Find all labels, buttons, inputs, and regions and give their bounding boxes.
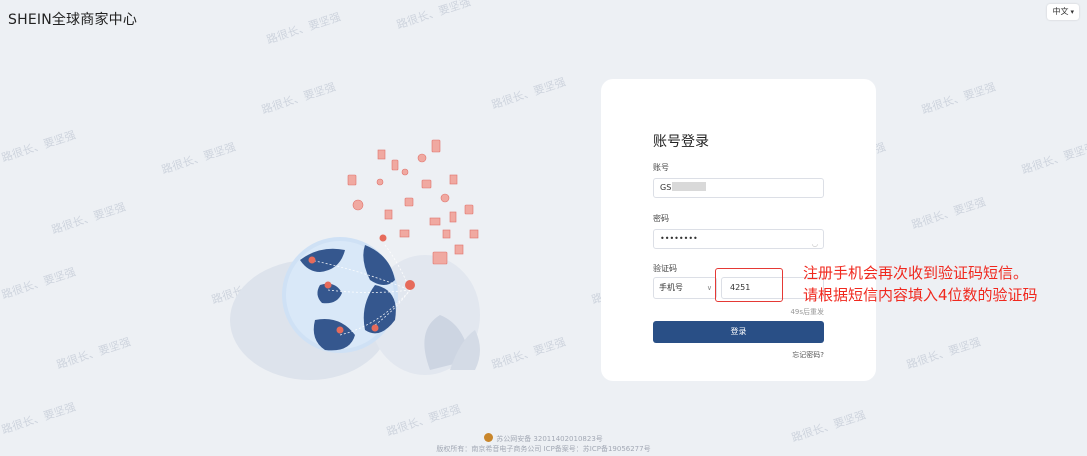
watermark: 路很长、要坚强: [0, 400, 78, 437]
watermark: 路很长、要坚强: [905, 335, 983, 372]
globe-illustration: [230, 139, 480, 380]
footer: 苏公网安备 32011402010823号 版权所有：南京希音电子商务公司 IC…: [0, 433, 1087, 454]
account-input[interactable]: GS: [653, 178, 824, 198]
annotation-line-2: 请根据短信内容填入4位数的验证码: [803, 286, 1038, 304]
chevron-down-icon: ▾: [1070, 8, 1074, 16]
code-method-value: 手机号: [659, 283, 683, 292]
copyright: 版权所有：南京希音电子商务公司 ICP备案号：苏ICP备19056277号: [436, 445, 651, 453]
eye-icon[interactable]: ◡: [812, 235, 818, 253]
page: SHEIN全球商家中心 中文 ▾ 路很长、要坚强 路很长、要坚强 路很长、要坚强 …: [0, 0, 1087, 456]
forgot-password-link[interactable]: 忘记密码?: [792, 350, 824, 360]
language-selector[interactable]: 中文 ▾: [1047, 4, 1079, 20]
watermark: 路很长、要坚强: [395, 0, 473, 32]
password-value: ••••••••: [660, 234, 698, 243]
password-input[interactable]: •••••••• ◡: [653, 229, 824, 249]
code-method-select[interactable]: 手机号 ∨: [653, 277, 717, 299]
watermark: 路很长、要坚强: [490, 75, 568, 112]
code-label: 验证码: [653, 264, 677, 273]
login-button[interactable]: 登录: [653, 321, 824, 343]
watermark: 路很长、要坚强: [0, 265, 78, 302]
account-value: GS: [660, 183, 672, 192]
watermark: 路很长、要坚强: [910, 195, 988, 232]
police-record-text: 苏公网安备 32011402010823号: [496, 435, 603, 443]
watermark: 路很长、要坚强: [0, 128, 78, 165]
police-badge-icon: [484, 433, 494, 442]
watermark: 路很长、要坚强: [50, 200, 128, 237]
watermark: 路很长、要坚强: [490, 335, 568, 372]
watermark: 路很长、要坚强: [920, 80, 998, 117]
watermark: 路很长、要坚强: [265, 10, 343, 47]
password-label: 密码: [653, 214, 669, 223]
watermark: 路很长、要坚强: [260, 80, 338, 117]
watermark: 路很长、要坚强: [55, 335, 133, 372]
police-record[interactable]: 苏公网安备 32011402010823号: [0, 433, 1087, 444]
highlight-box: [715, 268, 783, 302]
login-title: 账号登录: [653, 134, 709, 150]
language-label: 中文: [1052, 7, 1069, 16]
login-card: 账号登录 账号 GS 密码 •••••••• ◡ 验证码 手机号 ∨ 4251 …: [601, 79, 876, 381]
annotation-line-1: 注册手机会再次收到验证码短信。: [803, 264, 1029, 282]
redacted-block: [672, 182, 707, 191]
watermark: 路很长、要坚强: [1020, 140, 1087, 177]
annotation-text: 注册手机会再次收到验证码短信。 请根据短信内容填入4位数的验证码: [803, 262, 1038, 306]
account-label: 账号: [653, 163, 669, 172]
brand-title: SHEIN全球商家中心: [8, 12, 138, 28]
chevron-down-icon: ∨: [706, 284, 712, 292]
resend-countdown[interactable]: 49s后重发: [790, 307, 824, 317]
